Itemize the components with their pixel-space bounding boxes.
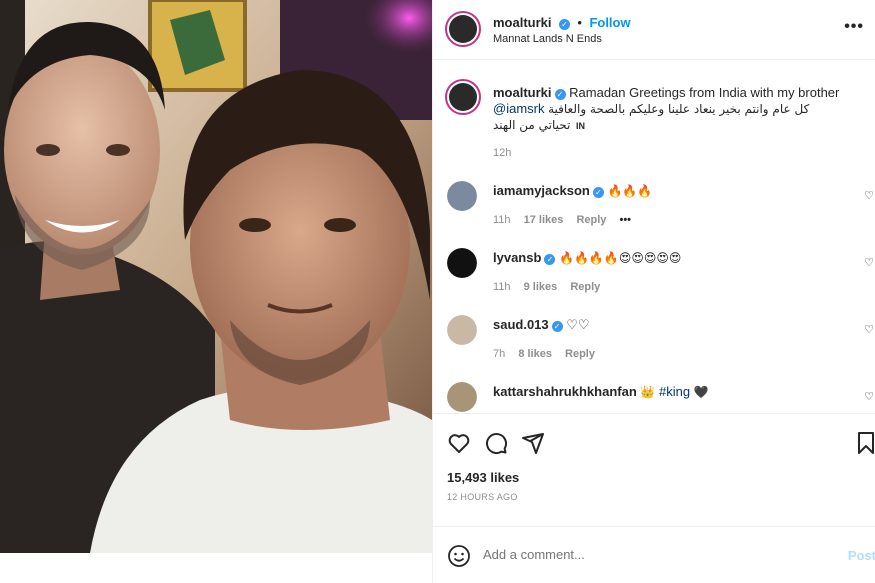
comment-username[interactable]: saud.013 [493, 317, 549, 332]
bookmark-icon[interactable] [856, 431, 875, 455]
verified-icon: ✓ [558, 19, 570, 30]
comments-list[interactable]: moalturki ✓ Ramadan Greetings from India … [433, 61, 875, 413]
more-icon[interactable]: ••• [844, 18, 864, 36]
comment-input[interactable] [483, 547, 803, 562]
post-time[interactable]: 12 HOURS AGO [447, 492, 518, 502]
follow-button[interactable]: Follow [589, 15, 630, 30]
author-username[interactable]: moalturki [493, 15, 552, 30]
comment-time[interactable]: 11h [493, 214, 511, 226]
comment-time[interactable]: 7h [493, 348, 505, 360]
post-photo[interactable] [0, 0, 432, 553]
comment-avatar[interactable] [447, 181, 477, 211]
post-button[interactable]: Post [848, 548, 875, 563]
caption-username[interactable]: moalturki [493, 85, 552, 100]
caption-time[interactable]: 12h [493, 147, 511, 159]
location-link[interactable]: Mannat Lands N Ends [493, 33, 602, 45]
verified-icon: ✓ [554, 89, 566, 100]
heart-icon[interactable]: ♡ [864, 390, 874, 403]
reply-button[interactable]: Reply [570, 281, 600, 293]
mention-link[interactable]: @iamsrk [493, 101, 544, 116]
heart-icon[interactable]: ♡ [864, 323, 874, 336]
comment-avatar[interactable] [447, 248, 477, 278]
caption: moalturki ✓ Ramadan Greetings from India … [493, 85, 843, 134]
caption-avatar[interactable] [445, 79, 481, 115]
black-heart-emoji: 🖤 [693, 385, 709, 399]
comment-likes[interactable]: 17 likes [524, 214, 564, 226]
comment-avatar[interactable] [447, 382, 477, 412]
comment-username[interactable]: kattarshahrukhkhanfan [493, 384, 637, 399]
comment-username[interactable]: lyvansb [493, 250, 541, 265]
comment-more-icon[interactable]: ••• [619, 214, 631, 226]
verified-icon: ✓ [551, 321, 563, 332]
comment-text: 🔥🔥🔥🔥😍😍😍😍😍 [559, 251, 682, 265]
likes-count[interactable]: 15,493 likes [447, 470, 519, 485]
post-image [0, 0, 432, 553]
reply-button[interactable]: Reply [565, 348, 595, 360]
heart-icon[interactable]: ♡ [864, 256, 874, 269]
author-avatar[interactable] [445, 11, 481, 47]
comment-time[interactable]: 11h [493, 281, 511, 293]
dot-separator: • [577, 15, 582, 30]
comment-username[interactable]: iamamyjackson [493, 183, 590, 198]
post-header: moalturki ✓ • Follow Mannat Lands N Ends… [433, 0, 875, 60]
post-side-panel: moalturki ✓ • Follow Mannat Lands N Ends… [432, 0, 875, 583]
heart-icon[interactable]: ♡ [864, 189, 874, 202]
heart-icon[interactable] [447, 431, 471, 455]
comment-likes[interactable]: 9 likes [524, 281, 558, 293]
hashtag-link[interactable]: #king [659, 384, 690, 399]
comment-avatar[interactable] [447, 315, 477, 345]
comment-text: ♡♡ [566, 317, 590, 332]
comment-likes[interactable]: 8 likes [518, 348, 552, 360]
reply-button[interactable]: Reply [576, 214, 606, 226]
caption-text: Ramadan Greetings from India with my bro… [569, 85, 840, 100]
comment-icon[interactable] [484, 431, 508, 455]
flag-label: IN [575, 121, 585, 131]
comment-text: 🔥🔥🔥 [607, 184, 653, 198]
verified-icon: ✓ [544, 254, 556, 265]
comment-text: 👑 [640, 385, 656, 399]
add-comment-bar: Post [433, 526, 875, 583]
share-icon[interactable] [521, 431, 545, 455]
verified-icon: ✓ [592, 187, 604, 198]
emoji-icon[interactable] [447, 544, 471, 568]
post-actions: 15,493 likes 12 HOURS AGO Post [433, 413, 875, 583]
